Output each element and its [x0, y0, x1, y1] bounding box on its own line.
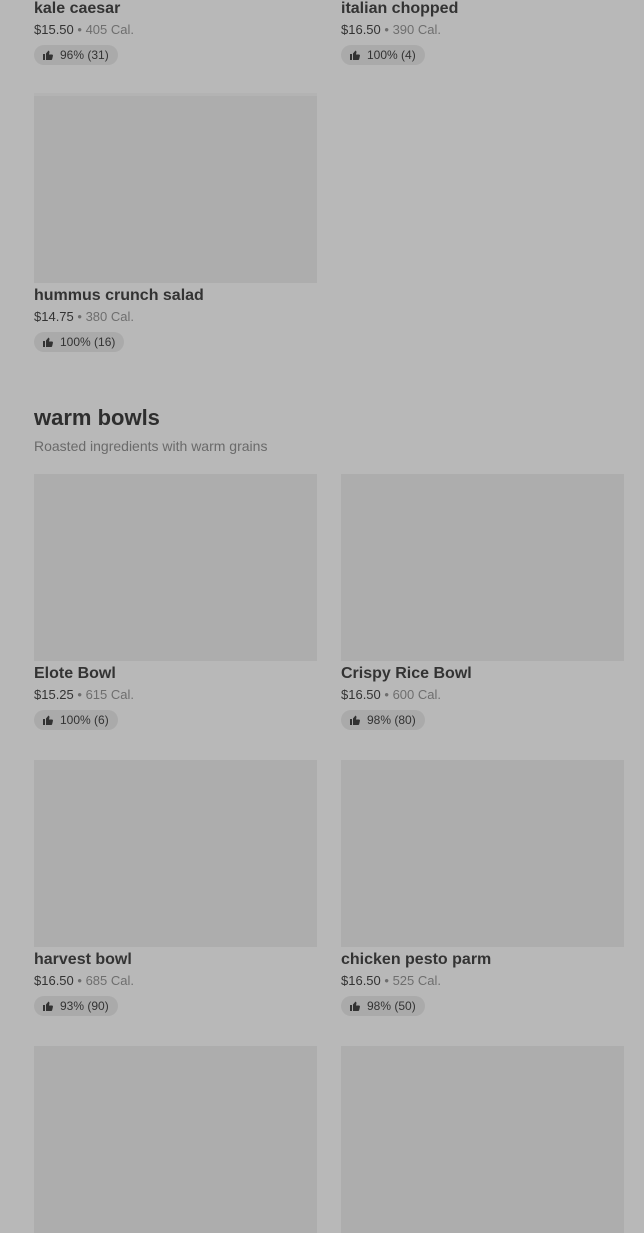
thumbs-up-icon: [350, 1001, 360, 1011]
item-name: hummus crunch salad: [34, 287, 204, 304]
meta-separator: •: [77, 22, 82, 37]
section-title: warm bowls: [34, 405, 160, 430]
item-name: kale caesar: [34, 0, 121, 17]
meta-separator: •: [384, 22, 389, 37]
item-price-calories: $16.50 • 390 Cal.: [341, 21, 624, 39]
menu-item-card[interactable]: [341, 1046, 624, 1233]
item-price-calories: $16.50 • 600 Cal.: [341, 686, 624, 704]
item-price: $16.50: [34, 973, 74, 988]
thumbs-up-icon: [43, 337, 53, 347]
rating-badge: 100% (6): [34, 710, 118, 730]
menu-item-card[interactable]: Elote Bowl $15.25 • 615 Cal. 100% (6): [34, 474, 317, 731]
item-calories: 405 Cal.: [85, 22, 134, 37]
rating-badge: 96% (31): [34, 45, 118, 65]
item-image: [341, 474, 624, 661]
item-image: [34, 474, 317, 661]
item-image: [34, 1046, 317, 1233]
rating-text: 98% (50): [367, 999, 416, 1013]
item-price-calories: $14.75 • 380 Cal.: [34, 308, 317, 326]
menu-item-card[interactable]: hummus crunch salad $14.75 • 380 Cal. 10…: [34, 96, 317, 353]
item-price: $14.75: [34, 309, 74, 324]
item-name: Crispy Rice Bowl: [341, 665, 472, 682]
rating-badge: 100% (4): [341, 45, 425, 65]
item-price-calories: $16.50 • 525 Cal.: [341, 972, 624, 990]
rating-text: 98% (80): [367, 713, 416, 727]
item-image: [34, 760, 317, 947]
item-price-calories: $15.25 • 615 Cal.: [34, 686, 317, 704]
item-calories: 390 Cal.: [392, 22, 441, 37]
item-calories: 525 Cal.: [392, 973, 441, 988]
item-price-calories: $16.50 • 685 Cal.: [34, 972, 317, 990]
menu-item-card[interactable]: [34, 1046, 317, 1233]
rating-text: 100% (6): [60, 713, 109, 727]
rating-badge: 93% (90): [34, 996, 118, 1016]
meta-separator: •: [77, 687, 82, 702]
meta-separator: •: [77, 309, 82, 324]
item-price: $16.50: [341, 973, 381, 988]
item-name: italian chopped: [341, 0, 459, 17]
item-image: [34, 96, 317, 283]
rating-text: 100% (16): [60, 335, 116, 349]
item-price: $16.50: [341, 687, 381, 702]
item-name: chicken pesto parm: [341, 951, 492, 968]
thumbs-up-icon: [43, 50, 53, 60]
page-edge: [624, 0, 644, 1127]
item-name: harvest bowl: [34, 951, 132, 968]
menu-item-card[interactable]: kale caesar $15.50 • 405 Cal. 96% (31): [34, 0, 317, 66]
item-price: $15.50: [34, 22, 74, 37]
thumbs-up-icon: [350, 50, 360, 60]
item-price-calories: $15.50 • 405 Cal.: [34, 21, 317, 39]
thumbs-up-icon: [350, 715, 360, 725]
item-price: $16.50: [341, 22, 381, 37]
meta-separator: •: [384, 973, 389, 988]
rating-text: 100% (4): [367, 48, 416, 62]
menu-item-card[interactable]: Crispy Rice Bowl $16.50 • 600 Cal. 98% (…: [341, 474, 624, 731]
rating-text: 93% (90): [60, 999, 109, 1013]
item-calories: 615 Cal.: [85, 687, 134, 702]
item-calories: 685 Cal.: [85, 973, 134, 988]
menu-item-card[interactable]: chicken pesto parm $16.50 • 525 Cal. 98%…: [341, 760, 624, 1017]
item-name: Elote Bowl: [34, 665, 116, 682]
menu-item-card[interactable]: italian chopped $16.50 • 390 Cal. 100% (…: [341, 0, 624, 66]
section-subtitle: Roasted ingredients with warm grains: [34, 438, 268, 454]
rating-badge: 98% (50): [341, 996, 425, 1016]
item-image: [341, 760, 624, 947]
thumbs-up-icon: [43, 1001, 53, 1011]
item-image: [341, 1046, 624, 1233]
rating-text: 96% (31): [60, 48, 109, 62]
rating-badge: 100% (16): [34, 332, 125, 352]
item-calories: 380 Cal.: [85, 309, 134, 324]
item-calories: 600 Cal.: [392, 687, 441, 702]
item-price: $15.25: [34, 687, 74, 702]
rating-badge: 98% (80): [341, 710, 425, 730]
meta-separator: •: [384, 687, 389, 702]
meta-separator: •: [77, 973, 82, 988]
thumbs-up-icon: [43, 715, 53, 725]
menu-item-card[interactable]: harvest bowl $16.50 • 685 Cal. 93% (90): [34, 760, 317, 1017]
